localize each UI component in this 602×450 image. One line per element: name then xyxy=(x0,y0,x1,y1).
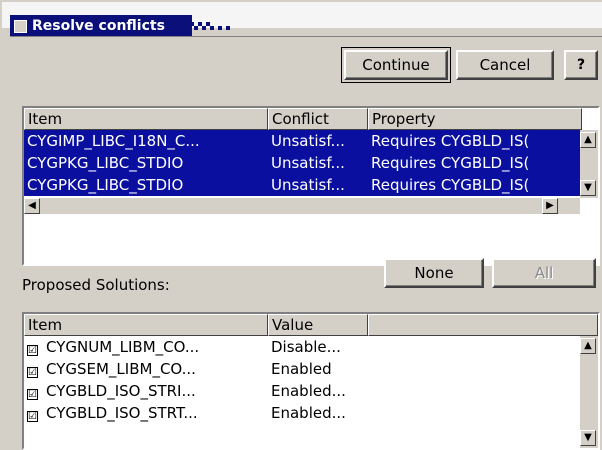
left-arrow-icon[interactable]: ◀ xyxy=(24,198,40,214)
window-menu-icon[interactable] xyxy=(14,20,27,33)
conflict-row[interactable]: CYGPKG_LIBC_STDIO Unsatisf... Requires C… xyxy=(24,152,582,174)
down-arrow-icon[interactable]: ▼ xyxy=(580,430,596,446)
column-header-item[interactable]: Item xyxy=(24,314,268,336)
column-header-conflict[interactable]: Conflict xyxy=(268,108,368,130)
conflict-type: Unsatisf... xyxy=(271,176,345,194)
solution-checkbox[interactable]: ☑ xyxy=(27,411,38,422)
conflict-property: Requires CYGBLD_IS( xyxy=(371,154,530,172)
conflict-item: CYGPKG_LIBC_STDIO xyxy=(27,154,184,172)
up-arrow-icon[interactable]: ▲ xyxy=(580,338,596,354)
solution-value: Enabled... xyxy=(271,382,346,400)
solution-row[interactable]: ☑ CYGBLD_ISO_STRI... Enabled... xyxy=(24,380,582,402)
window-title-bar[interactable]: Resolve conflicts xyxy=(10,15,192,37)
solution-row[interactable]: ☑ CYGSEM_LIBM_CO... Enabled xyxy=(24,358,582,380)
solution-item: CYGSEM_LIBM_CO... xyxy=(46,360,196,378)
solution-value: Disable... xyxy=(271,338,341,356)
column-header-property[interactable]: Property xyxy=(368,108,582,130)
divider xyxy=(10,36,602,37)
proposed-solutions-label: Proposed Solutions: xyxy=(22,276,170,294)
conflict-item: CYGPKG_LIBC_STDIO xyxy=(27,176,184,194)
solution-checkbox[interactable]: ☑ xyxy=(27,367,38,378)
conflicts-vertical-scrollbar[interactable]: ▲ ▼ xyxy=(580,130,598,198)
right-arrow-icon[interactable]: ▶ xyxy=(542,198,558,214)
continue-button[interactable]: Continue xyxy=(341,47,451,83)
title-bar-decoration xyxy=(190,22,250,32)
column-header-value[interactable]: Value xyxy=(268,314,368,336)
conflict-property: Requires CYGBLD_IS( xyxy=(371,132,530,150)
solution-value: Enabled... xyxy=(271,404,346,422)
conflicts-horizontal-scrollbar[interactable]: ◀ ▶ xyxy=(24,198,580,214)
all-button: All xyxy=(492,258,596,288)
conflict-row[interactable]: CYGPKG_LIBC_STDIO Unsatisf... Requires C… xyxy=(24,174,582,196)
solutions-list[interactable]: Item Value ☑ CYGNUM_LIBM_CO... Disable...… xyxy=(22,312,600,450)
solution-item: CYGNUM_LIBM_CO... xyxy=(46,338,200,356)
solution-item: CYGBLD_ISO_STRI... xyxy=(46,382,196,400)
solution-row[interactable]: ☑ CYGBLD_ISO_STRT... Enabled... xyxy=(24,402,582,424)
solution-checkbox[interactable]: ☑ xyxy=(27,345,38,356)
conflict-type: Unsatisf... xyxy=(271,132,345,150)
conflicts-list[interactable]: Item Conflict Property CYGIMP_LIBC_I18N_… xyxy=(22,106,600,266)
solution-item: CYGBLD_ISO_STRT... xyxy=(46,404,198,422)
solution-checkbox[interactable]: ☑ xyxy=(27,389,38,400)
solution-row[interactable]: ☑ CYGNUM_LIBM_CO... Disable... xyxy=(24,336,582,358)
conflict-type: Unsatisf... xyxy=(271,154,345,172)
column-header-item[interactable]: Item xyxy=(24,108,268,130)
conflict-property: Requires CYGBLD_IS( xyxy=(371,176,530,194)
help-button[interactable]: ? xyxy=(564,50,598,80)
cancel-button[interactable]: Cancel xyxy=(456,50,554,80)
up-arrow-icon[interactable]: ▲ xyxy=(580,132,596,148)
conflict-row[interactable]: CYGIMP_LIBC_I18N_C... Unsatisf... Requir… xyxy=(24,130,582,152)
column-header-empty xyxy=(368,314,598,336)
window-title: Resolve conflicts xyxy=(32,18,165,34)
conflict-item: CYGIMP_LIBC_I18N_C... xyxy=(27,132,200,150)
solution-value: Enabled xyxy=(271,360,332,378)
solutions-vertical-scrollbar[interactable]: ▲ ▼ xyxy=(580,336,598,448)
none-button[interactable]: None xyxy=(384,258,484,288)
down-arrow-icon[interactable]: ▼ xyxy=(580,180,596,196)
